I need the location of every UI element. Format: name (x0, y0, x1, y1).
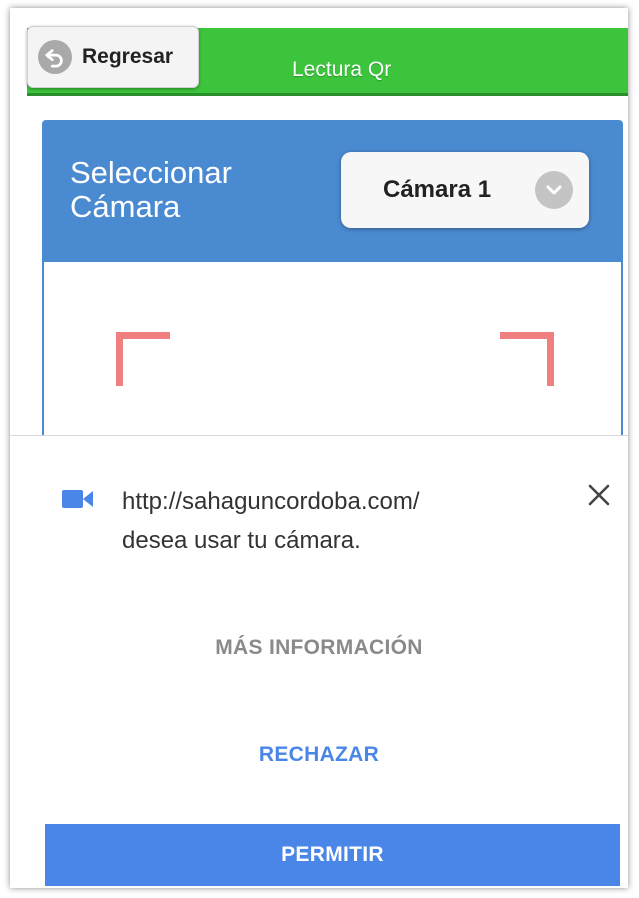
permission-request-text: desea usar tu cámara. (122, 527, 361, 554)
videocam-icon (62, 488, 94, 515)
back-button-label: Regresar (82, 45, 174, 68)
camera-panel: Seleccionar Cámara Cámara 1 (42, 120, 623, 450)
permission-message: http://sahaguncordoba.com/ desea usar tu… (122, 482, 542, 560)
camera-panel-header: Seleccionar Cámara Cámara 1 (44, 122, 621, 262)
camera-select-title-line1: Seleccionar (70, 155, 232, 190)
scanner-corner-top-right (500, 332, 554, 386)
undo-arrow-icon (38, 40, 72, 74)
phone-screen: Lectura Qr Regresar Seleccionar Cámara C… (10, 8, 628, 888)
back-button[interactable]: Regresar (27, 26, 199, 88)
camera-select-title: Seleccionar Cámara (70, 156, 290, 224)
chevron-down-icon (535, 171, 573, 209)
camera-dropdown-value: Cámara 1 (383, 176, 492, 203)
permission-url: http://sahaguncordoba.com/ (122, 488, 420, 515)
close-icon[interactable] (582, 478, 616, 512)
page-title: Lectura Qr (292, 58, 392, 81)
camera-dropdown[interactable]: Cámara 1 (341, 152, 589, 228)
scanner-corner-top-left (116, 332, 170, 386)
camera-select-title-line2: Cámara (70, 189, 181, 224)
allow-button[interactable]: PERMITIR (45, 824, 620, 886)
camera-permission-sheet: http://sahaguncordoba.com/ desea usar tu… (10, 435, 628, 888)
reject-button[interactable]: RECHAZAR (10, 743, 628, 767)
more-info-link[interactable]: MÁS INFORMACIÓN (10, 636, 628, 660)
allow-button-label: PERMITIR (281, 843, 384, 866)
